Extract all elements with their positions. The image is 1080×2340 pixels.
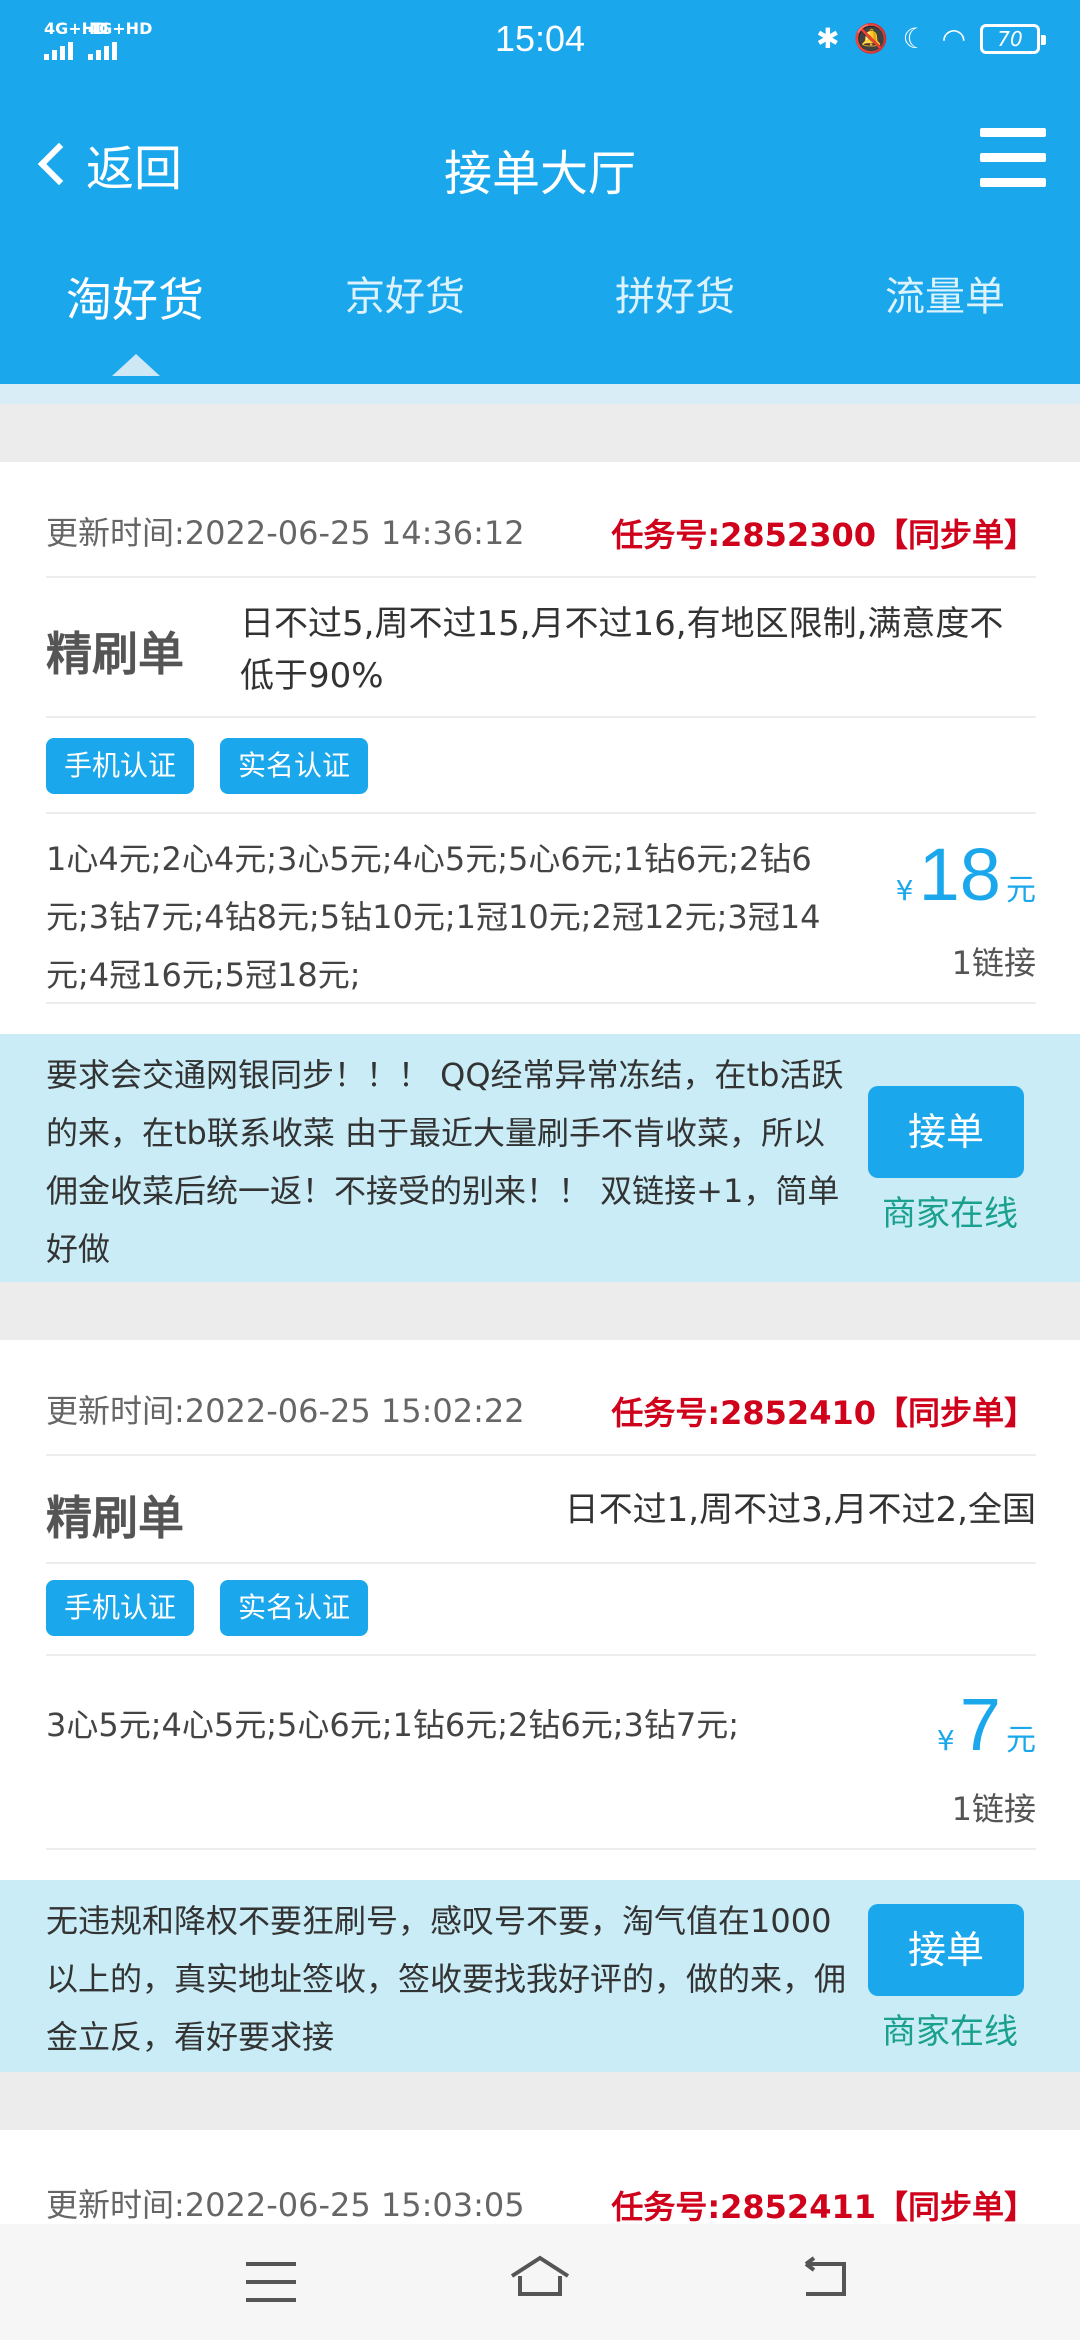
status-icons: ✱ 🔕 ☾ ◠ 70 <box>816 22 1046 55</box>
tab-bar: 淘好货 京好货 拼好货 流量单 <box>0 264 1080 330</box>
task-note: 要求会交通网银同步！！！ QQ经常异常冻结，在tb活跃的来，在tb联系收菜 由于… <box>46 1056 844 1268</box>
link-count: 1链接 <box>951 944 1036 982</box>
price-value: 7 <box>959 1683 1001 1766</box>
battery-icon: 70 <box>980 23 1046 54</box>
price-tiers: 1心4元;2心4元;3心5元;4心5元;5心6元;1钻6元;2钻6元;3钻7元;… <box>46 840 821 994</box>
task-type: 精刷单 <box>46 627 184 681</box>
price-tiers: 3心5元;4心5元;5心6元;1钻6元;2钻6元;3钻7元; <box>46 1706 740 1744</box>
task-type: 精刷单 <box>46 1491 184 1545</box>
status-bar: 4G+HD 4G+HD 15:04 ✱ 🔕 ☾ ◠ 70 <box>0 0 1080 84</box>
realname-verified-badge: 实名认证 <box>220 1580 369 1636</box>
phone-verified-badge: 手机认证 <box>46 738 195 794</box>
currency-symbol: ¥ <box>895 874 914 907</box>
battery-level: 70 <box>997 26 1023 51</box>
accept-button[interactable]: 接单 <box>868 1086 1024 1178</box>
price-unit: 元 <box>1006 1723 1036 1758</box>
merchant-online-status: 商家在线 <box>882 1194 1018 1234</box>
divider <box>46 1002 1036 1004</box>
task-number: 任务号:2852300【同步单】 <box>611 516 1036 554</box>
menu-icon[interactable] <box>980 128 1046 188</box>
realname-verified-badge: 实名认证 <box>220 738 369 794</box>
task-note-box: 要求会交通网银同步！！！ QQ经常异常冻结，在tb活跃的来，在tb联系收菜 由于… <box>0 1034 1080 1282</box>
task-note: 无违规和降权不要狂刷号，感叹号不要，淘气值在1000以上的，真实地址签收，签收要… <box>46 1902 847 2056</box>
home-icon[interactable] <box>508 2254 572 2298</box>
task-number: 任务号:2852411【同步单】 <box>611 2188 1036 2226</box>
divider <box>46 812 1036 814</box>
back-nav-icon[interactable] <box>798 2256 852 2300</box>
tab-liuliangdan[interactable]: 流量单 <box>810 264 1080 330</box>
merchant-online-status: 商家在线 <box>882 2012 1018 2052</box>
divider <box>46 1654 1036 1656</box>
accept-button[interactable]: 接单 <box>868 1904 1024 1996</box>
recent-apps-icon[interactable] <box>246 2262 296 2316</box>
header-divider <box>0 384 1080 404</box>
moon-icon: ☾ <box>902 22 928 55</box>
price-unit: 元 <box>1006 873 1036 908</box>
tab-jinghaohuo[interactable]: 京好货 <box>270 264 540 330</box>
commission-price: ¥ 7 元 <box>937 1682 1036 1767</box>
active-tab-pointer <box>112 354 160 376</box>
phone-verified-badge: 手机认证 <box>46 1580 195 1636</box>
mute-icon: 🔕 <box>853 22 889 55</box>
system-navigation-bar <box>0 2224 1080 2340</box>
tab-taohaohuo[interactable]: 淘好货 <box>0 264 270 330</box>
task-card: 更新时间:2022-06-25 15:03:05 任务号:2852411【同步单… <box>0 2130 1080 2226</box>
price-value: 18 <box>918 833 1001 916</box>
divider <box>46 1562 1036 1564</box>
task-number: 任务号:2852410【同步单】 <box>611 1394 1036 1432</box>
page-title: 接单大厅 <box>443 146 636 202</box>
link-count: 1链接 <box>951 1790 1036 1828</box>
task-card: 更新时间:2022-06-25 14:36:12 任务号:2852300【同步单… <box>0 462 1080 1034</box>
divider <box>46 1454 1036 1456</box>
currency-symbol: ¥ <box>936 1724 955 1757</box>
wifi-icon: ◠ <box>941 22 966 55</box>
bluetooth-icon: ✱ <box>816 22 840 55</box>
divider <box>46 576 1036 578</box>
task-note-box: 无违规和降权不要狂刷号，感叹号不要，淘气值在1000以上的，真实地址签收，签收要… <box>0 1880 1080 2072</box>
divider <box>46 716 1036 718</box>
commission-price: ¥ 18 元 <box>896 832 1036 917</box>
tab-pinhaohuo[interactable]: 拼好货 <box>540 264 810 330</box>
header: 返回 接单大厅 淘好货 京好货 拼好货 流量单 <box>0 84 1080 384</box>
task-limits: 日不过1,周不过3,月不过2,全国 <box>564 1490 1036 1530</box>
task-limits: 日不过5,周不过15,月不过16,有地区限制,满意度不低于90% <box>240 604 1004 696</box>
divider <box>46 1848 1036 1850</box>
task-card: 更新时间:2022-06-25 15:02:22 任务号:2852410【同步单… <box>0 1340 1080 1880</box>
